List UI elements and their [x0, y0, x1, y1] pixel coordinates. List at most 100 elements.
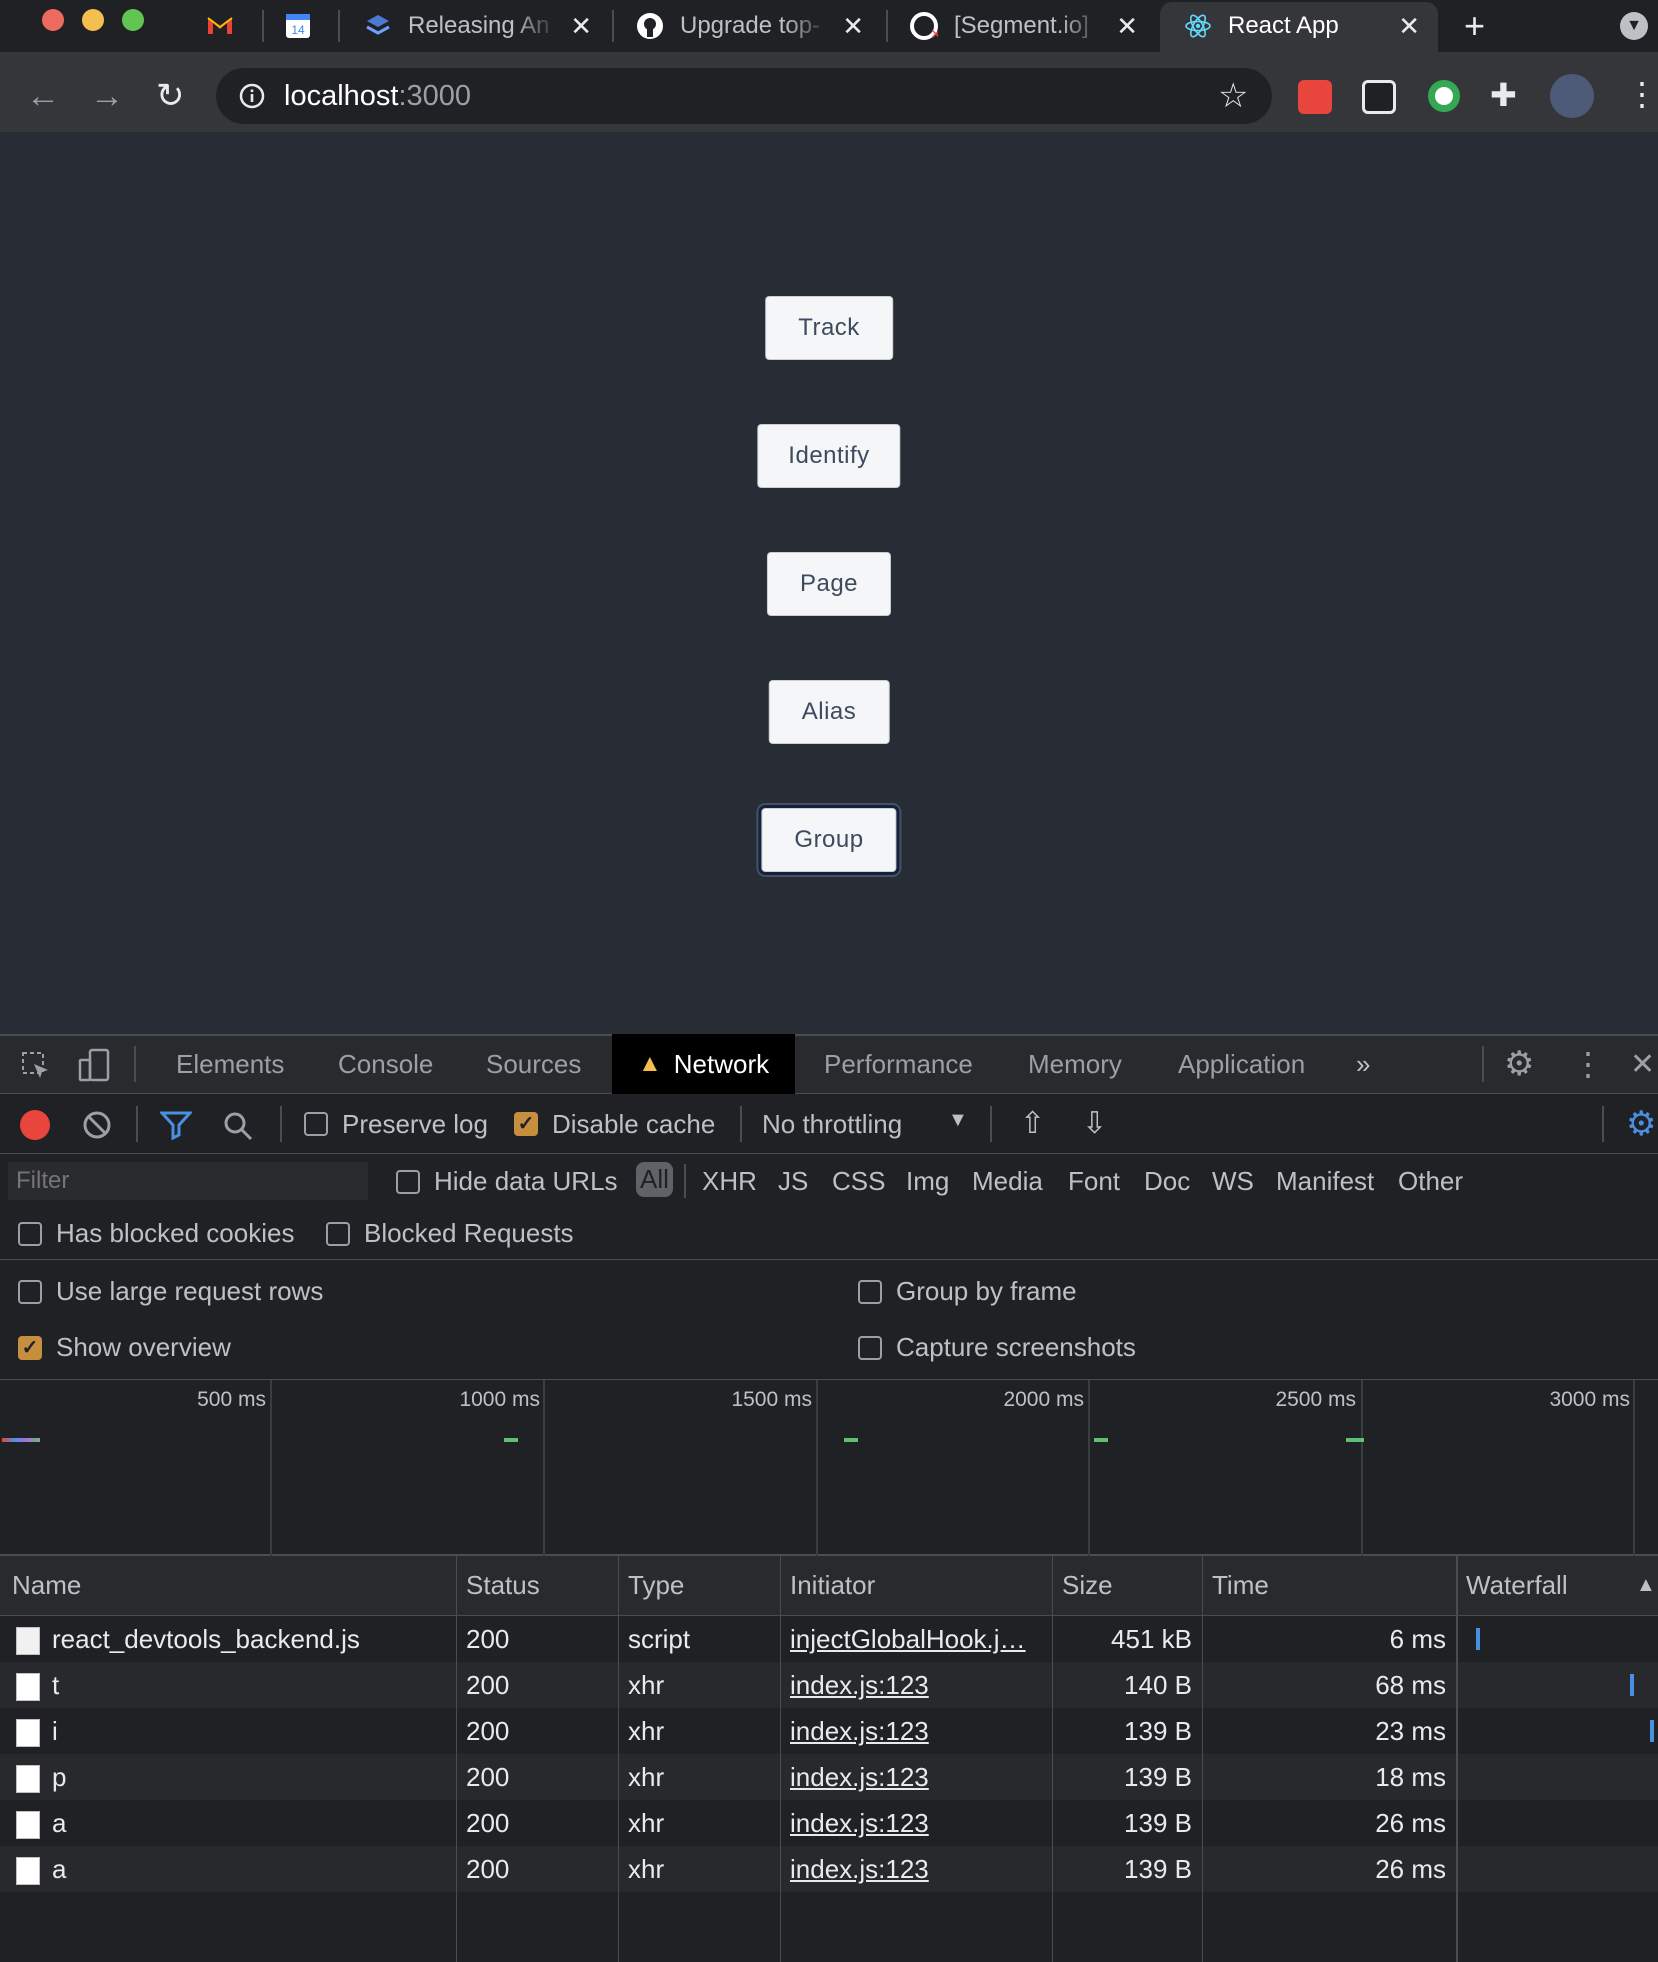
- hide-data-urls-checkbox[interactable]: [396, 1170, 420, 1194]
- devtools-menu-icon[interactable]: ⋮: [1572, 1034, 1604, 1094]
- more-tabs-icon[interactable]: »: [1356, 1034, 1370, 1094]
- close-tab-icon[interactable]: ✕: [570, 12, 592, 40]
- column-name[interactable]: Name: [12, 1570, 81, 1601]
- tab-gmail[interactable]: [206, 2, 256, 50]
- filter-type-manifest[interactable]: Manifest: [1276, 1166, 1374, 1197]
- table-row[interactable]: react_devtools_backend.js 200 script inject…: [0, 1616, 1658, 1662]
- tab-segment[interactable]: ✕ [Segment.io] ✕: [910, 2, 1152, 50]
- devtools-tab-memory[interactable]: Memory: [1028, 1034, 1122, 1094]
- request-initiator[interactable]: injectGlobalHook.j…: [790, 1624, 1026, 1655]
- group-by-frame-checkbox[interactable]: [858, 1280, 882, 1304]
- forward-icon[interactable]: →: [90, 78, 124, 114]
- filter-funnel-icon[interactable]: [160, 1110, 192, 1140]
- disable-cache-checkbox[interactable]: ✓: [514, 1112, 538, 1136]
- devtools-tab-network[interactable]: ▲ Network: [612, 1034, 796, 1094]
- request-initiator[interactable]: index.js:123: [790, 1808, 929, 1839]
- filter-type-doc[interactable]: Doc: [1144, 1166, 1190, 1197]
- column-initiator[interactable]: Initiator: [790, 1570, 875, 1601]
- table-row[interactable]: p 200 xhr index.js:123 139 B 18 ms: [0, 1754, 1658, 1800]
- large-rows-checkbox[interactable]: [18, 1280, 42, 1304]
- bookmark-star-icon[interactable]: ☆: [1218, 76, 1248, 116]
- filter-type-all[interactable]: All: [636, 1162, 673, 1197]
- filter-type-other[interactable]: Other: [1398, 1166, 1463, 1197]
- page-button[interactable]: Page: [766, 552, 892, 616]
- capture-screenshots-checkbox[interactable]: [858, 1336, 882, 1360]
- blocked-requests-checkbox[interactable]: [326, 1222, 350, 1246]
- minimize-window-button[interactable]: [82, 9, 104, 31]
- filter-type-ws[interactable]: WS: [1212, 1166, 1254, 1197]
- search-icon[interactable]: [222, 1110, 254, 1142]
- info-icon[interactable]: [238, 82, 266, 110]
- tab-calendar[interactable]: 14: [284, 2, 334, 50]
- filter-type-img[interactable]: Img: [906, 1166, 949, 1197]
- alias-button[interactable]: Alias: [768, 680, 890, 744]
- profile-avatar[interactable]: [1550, 74, 1594, 118]
- back-icon[interactable]: ←: [26, 78, 60, 114]
- column-waterfall[interactable]: Waterfall: [1466, 1570, 1568, 1601]
- network-settings-gear-icon[interactable]: ⚙: [1626, 1104, 1656, 1144]
- group-by-frame-label: Group by frame: [896, 1276, 1077, 1306]
- filter-type-media[interactable]: Media: [972, 1166, 1043, 1197]
- table-row[interactable]: i 200 xhr index.js:123 139 B 23 ms: [0, 1708, 1658, 1754]
- device-toolbar-icon[interactable]: [78, 1048, 112, 1082]
- track-button[interactable]: Track: [765, 296, 893, 360]
- close-window-button[interactable]: [42, 9, 64, 31]
- show-overview-checkbox[interactable]: ✓: [18, 1336, 42, 1360]
- extensions-puzzle-icon[interactable]: ✚: [1490, 76, 1517, 114]
- browser-menu-icon[interactable]: ⋮: [1626, 76, 1658, 112]
- filter-type-font[interactable]: Font: [1068, 1166, 1120, 1197]
- request-name: a: [52, 1808, 67, 1838]
- sort-ascending-icon[interactable]: ▲: [1636, 1574, 1656, 1597]
- close-tab-icon[interactable]: ✕: [1116, 12, 1138, 40]
- file-icon: [16, 1627, 40, 1655]
- tab-title: Upgrade top-: [680, 12, 821, 39]
- devtools-tab-console[interactable]: Console: [338, 1034, 433, 1094]
- clear-icon[interactable]: [82, 1110, 112, 1140]
- column-status[interactable]: Status: [466, 1570, 540, 1601]
- tab-search-icon[interactable]: ▼: [1620, 12, 1648, 40]
- close-tab-icon[interactable]: ✕: [1398, 12, 1420, 40]
- table-row[interactable]: a 200 xhr index.js:123 139 B 26 ms: [0, 1846, 1658, 1892]
- devtools-tab-performance[interactable]: Performance: [824, 1034, 973, 1094]
- devtools-tab-application[interactable]: Application: [1178, 1034, 1305, 1094]
- close-devtools-icon[interactable]: ✕: [1630, 1034, 1655, 1094]
- request-initiator[interactable]: index.js:123: [790, 1854, 929, 1885]
- column-type[interactable]: Type: [628, 1570, 684, 1601]
- identify-button[interactable]: Identify: [757, 424, 901, 488]
- request-initiator[interactable]: index.js:123: [790, 1716, 929, 1747]
- preserve-log-checkbox[interactable]: [304, 1112, 328, 1136]
- request-type: xhr: [628, 1670, 665, 1700]
- tab-upgrade[interactable]: Upgrade top- ✕: [636, 2, 878, 50]
- extension-green-icon[interactable]: [1428, 80, 1460, 112]
- close-tab-icon[interactable]: ✕: [842, 12, 864, 40]
- throttling-select[interactable]: No throttling: [762, 1109, 902, 1140]
- filter-input[interactable]: [8, 1162, 368, 1200]
- column-time[interactable]: Time: [1212, 1570, 1269, 1601]
- maximize-window-button[interactable]: [122, 9, 144, 31]
- devtools-tab-sources[interactable]: Sources: [486, 1034, 581, 1094]
- chevron-down-icon[interactable]: ▼: [948, 1109, 968, 1132]
- tab-releasing[interactable]: Releasing An ✕: [364, 2, 606, 50]
- has-blocked-cookies-checkbox[interactable]: [18, 1222, 42, 1246]
- extension-eyes-icon[interactable]: [1362, 80, 1396, 114]
- record-button[interactable]: [20, 1110, 50, 1140]
- filter-type-xhr[interactable]: XHR: [702, 1166, 757, 1197]
- settings-gear-icon[interactable]: ⚙: [1504, 1034, 1534, 1094]
- devtools-tab-elements[interactable]: Elements: [176, 1034, 284, 1094]
- reload-icon[interactable]: ↻: [156, 78, 185, 114]
- request-name: i: [52, 1716, 58, 1746]
- group-button[interactable]: Group: [761, 808, 897, 872]
- extension-bug-icon[interactable]: [1298, 80, 1332, 114]
- table-row[interactable]: t 200 xhr index.js:123 140 B 68 ms: [0, 1662, 1658, 1708]
- request-initiator[interactable]: index.js:123: [790, 1762, 929, 1793]
- export-har-icon[interactable]: ⇩: [1082, 1106, 1107, 1141]
- app-page: Track Identify Page Alias Group: [0, 132, 1658, 1034]
- request-initiator[interactable]: index.js:123: [790, 1670, 929, 1701]
- filter-type-js[interactable]: JS: [778, 1166, 808, 1197]
- inspect-element-icon[interactable]: [20, 1050, 52, 1082]
- import-har-icon[interactable]: ⇧: [1020, 1106, 1045, 1141]
- table-row[interactable]: a 200 xhr index.js:123 139 B 26 ms: [0, 1800, 1658, 1846]
- filter-type-css[interactable]: CSS: [832, 1166, 885, 1197]
- column-size[interactable]: Size: [1062, 1570, 1113, 1601]
- new-tab-icon[interactable]: +: [1464, 8, 1485, 44]
